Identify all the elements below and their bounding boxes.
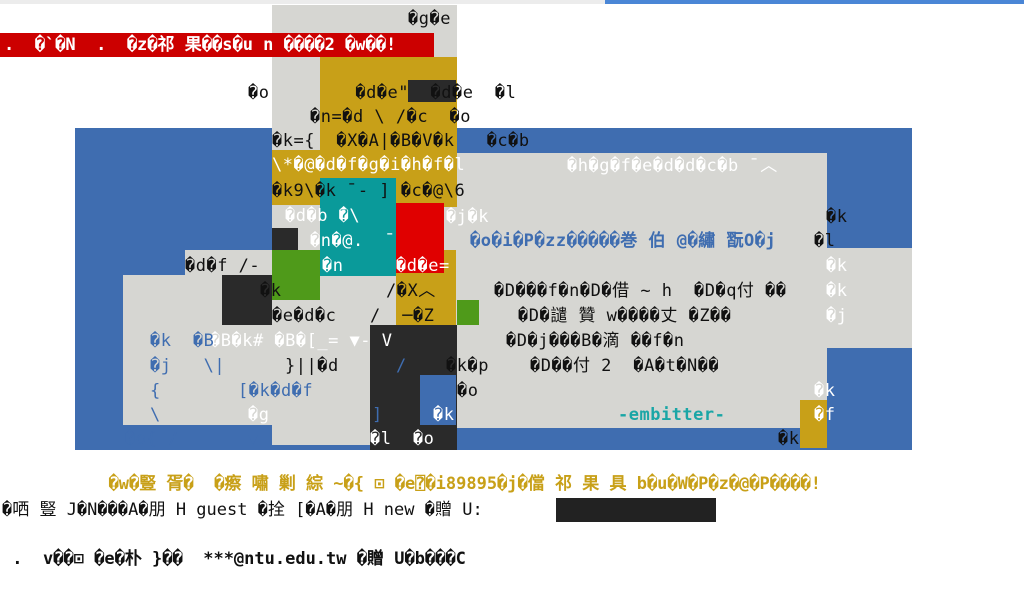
- art-misc-text: ]: [372, 405, 383, 425]
- art-row: [�k�d�f: [238, 381, 314, 401]
- art-row: �o �d�e" �d�e �l: [248, 83, 517, 103]
- art-top-text: �g�e: [408, 9, 451, 29]
- art-row: �k: [260, 281, 282, 301]
- art-row: �B�k# �B�[_= ▼- V: [210, 331, 393, 351]
- embitter-label: -embitter-: [618, 405, 726, 425]
- art-right-text: �D�譴 贊 w����丈 �Z��: [518, 306, 732, 326]
- art-misc-text: �k: [433, 405, 455, 425]
- art-misc-text: �j�k: [446, 207, 489, 227]
- art-right-col: �k: [826, 256, 848, 276]
- art-row: �n=�d \ /�c �o: [310, 107, 472, 127]
- art-left-text: �j \|: [150, 356, 226, 376]
- art-row: �k9\�k ̄ - ] �c�@\6: [272, 181, 466, 201]
- art-row: �k={ �X�A|�B�V�k �c�b: [272, 131, 530, 151]
- art-right-col: �k: [826, 207, 848, 227]
- art-misc-text: �k�p: [446, 356, 489, 376]
- red-banner: . �`�N . �z�祁 果��s�u n ����2 �w��!: [0, 33, 434, 57]
- art-right-col: �k: [826, 281, 848, 301]
- art-dark-small: [272, 228, 298, 250]
- mail-line: . v��⊡ �e�朴 }�� ***@ntu.edu.tw �贈 U�b���…: [2, 549, 466, 569]
- art-misc-text: �l �o: [370, 429, 435, 449]
- art-row: \*�@�d�f�g�i�h�f�l: [272, 155, 466, 175]
- art-right-text: �h�g�f�e�d�d�c�b ̄ ︿: [567, 156, 778, 176]
- art-left-text: {: [150, 381, 161, 401]
- art-row: ▼: [248, 429, 259, 449]
- art-misc-text: �o: [457, 381, 479, 401]
- ansi-art-area: �g�e �o �d�e" �d�e �l �n=�d \ /�c �o �k=…: [0, 0, 1024, 470]
- login-prompt: �哂 豎 J�N���A�朋 H guest �拴 [�A�朋 H new �贈…: [2, 500, 483, 520]
- art-row: }||�d: [285, 356, 339, 376]
- art-right-text: �D���f�n�D�借 ~ h �D�q付 ��: [494, 281, 787, 301]
- art-right-col: �f: [814, 405, 836, 425]
- art-row: �n�@. ̄: [310, 231, 386, 251]
- art-row: �g: [248, 405, 270, 425]
- art-left-text: �o{ /: [125, 429, 179, 449]
- art-green-small: [457, 300, 479, 325]
- art-gray-head: [333, 5, 403, 33]
- login-input[interactable]: [556, 498, 716, 522]
- art-left-text: �k �B: [150, 331, 215, 351]
- art-right-text: �D�j���B�滴 ��f�n: [506, 331, 685, 351]
- art-right-col: �k: [814, 381, 836, 401]
- art-row: �n: [322, 256, 344, 276]
- art-row: �e�d�c: [272, 306, 337, 326]
- art-left-text: �d�f /-: [185, 256, 261, 276]
- art-misc-text: /: [396, 356, 407, 376]
- art-right-col: �k: [778, 429, 800, 449]
- art-misc-text: / ─�Z: [370, 306, 435, 326]
- art-misc-text: �d�e=: [396, 256, 450, 276]
- art-row: �d�b ̄�\: [285, 206, 361, 226]
- marquee-text: �w�豎 胥� �瘵 嘯 剿 綜 ~�{ ⊡ �e⍰�i89895�j�儅 祁 …: [108, 474, 821, 494]
- art-right-col: �l: [814, 231, 836, 251]
- art-right-text: �o�i�P�zz�����巻 伯 @�繡 翫O�j: [470, 231, 777, 251]
- art-right-text: �D��付 2 �A�t�N��: [530, 356, 720, 376]
- art-misc-text: /�X︿: [386, 281, 436, 301]
- art-left-text: \: [150, 405, 161, 425]
- rainbow-marquee: �w�豎 胥� �瘵 嘯 剿 綜 ~�{ ⊡ �e⍰�i89895�j�儅 祁 …: [88, 451, 821, 495]
- art-right-col: �j: [826, 306, 848, 326]
- art-gray-right-ext: [800, 248, 912, 348]
